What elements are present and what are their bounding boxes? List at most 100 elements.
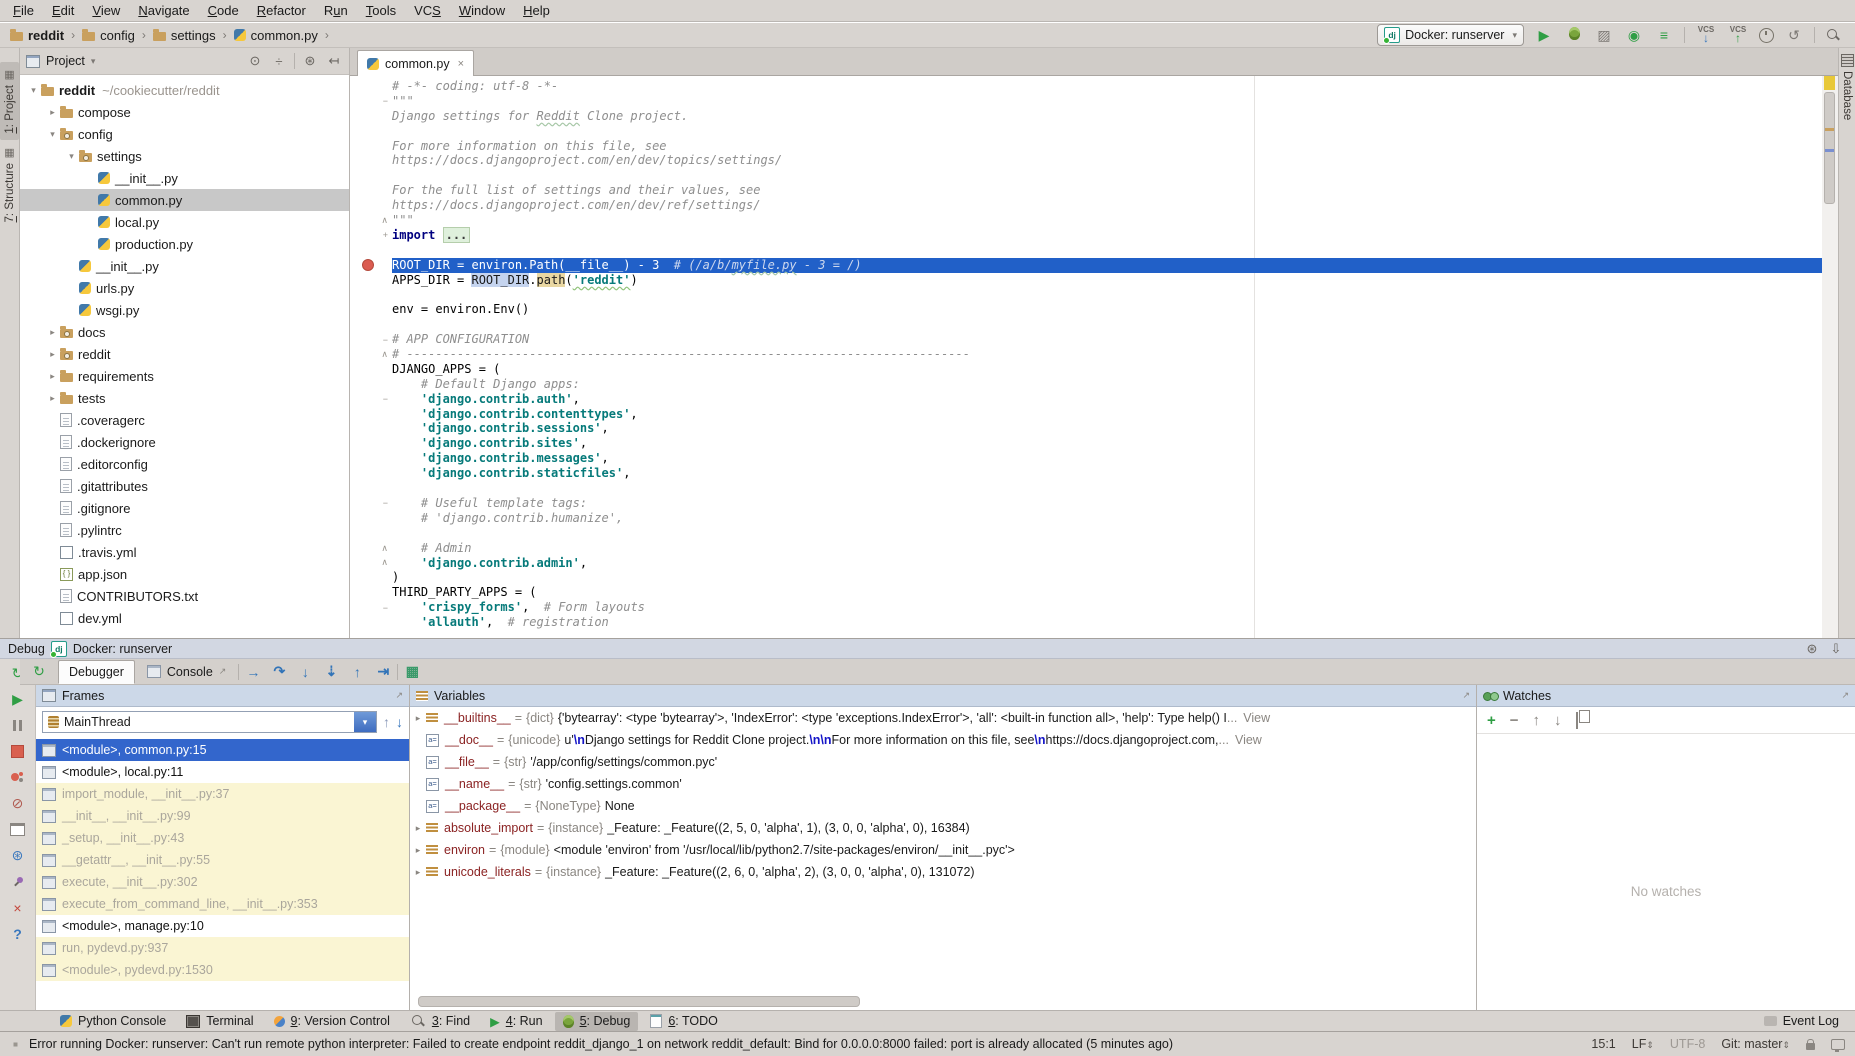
close-icon[interactable]: × bbox=[458, 58, 464, 70]
code-line[interactable] bbox=[350, 124, 1822, 139]
vcs-commit-button[interactable]: VCS↑ bbox=[1727, 26, 1749, 44]
code-line[interactable]: +import ... bbox=[350, 228, 1822, 243]
tree-item-compose[interactable]: ▸compose bbox=[20, 101, 349, 123]
restore-layout-button[interactable] bbox=[9, 821, 27, 838]
code-line[interactable]: ∧""" bbox=[350, 213, 1822, 228]
chevron-right-icon[interactable]: ▸ bbox=[45, 327, 60, 338]
fold-marker-icon[interactable]: − bbox=[383, 335, 388, 345]
frame-row[interactable]: execute, __init__.py:302 bbox=[36, 871, 409, 893]
fold-marker-icon[interactable]: ∧ bbox=[381, 215, 388, 226]
tree-item-tests[interactable]: ▸tests bbox=[20, 387, 349, 409]
variable-row[interactable]: ▸environ={module}<module 'environ' from … bbox=[410, 839, 1476, 861]
tree-item-urls-py[interactable]: urls.py bbox=[20, 277, 349, 299]
scrollbar-thumb[interactable] bbox=[1824, 92, 1835, 204]
editor-gutter[interactable]: − bbox=[350, 498, 392, 508]
encoding-indicator[interactable]: UTF-8 bbox=[1670, 1037, 1705, 1051]
force-step-into-button[interactable]: ⇣ bbox=[319, 663, 343, 680]
editor-gutter[interactable]: − bbox=[350, 394, 392, 404]
hide-panel-icon[interactable]: ↤ bbox=[325, 53, 343, 69]
tool-window-button-structure[interactable]: ▦7: Structure bbox=[0, 140, 19, 228]
mute-breakpoints-button[interactable]: ⊘ bbox=[9, 795, 27, 812]
code-line[interactable]: ∧# -------------------------------------… bbox=[350, 347, 1822, 362]
view-breakpoints-button[interactable] bbox=[9, 769, 27, 786]
fold-marker-icon[interactable]: ∧ bbox=[381, 557, 388, 568]
view-link[interactable]: View bbox=[1229, 733, 1262, 747]
run-configuration-select[interactable]: dj Docker: runserver ▾ bbox=[1377, 24, 1524, 46]
editor-gutter[interactable]: ∧ bbox=[350, 215, 392, 226]
frame-row[interactable]: <module>, pydevd.py:1530 bbox=[36, 959, 409, 981]
search-everywhere-button[interactable] bbox=[1825, 27, 1841, 43]
caret-position[interactable]: 15:1 bbox=[1591, 1037, 1615, 1051]
menu-file[interactable]: File bbox=[4, 0, 43, 21]
tool-window-button-project[interactable]: ▦1: Project bbox=[0, 62, 19, 140]
frame-row[interactable]: __getattr__, __init__.py:55 bbox=[36, 849, 409, 871]
breakpoint-icon[interactable] bbox=[362, 259, 374, 271]
editor-gutter[interactable]: ∧ bbox=[350, 349, 392, 360]
run-configurations-button[interactable]: ≡ bbox=[1654, 27, 1674, 43]
tool-window-button-run[interactable]: ▶4: Run bbox=[482, 1012, 550, 1031]
move-watch-down-button[interactable]: ↓ bbox=[1554, 712, 1562, 729]
settings-gear-icon[interactable]: ⊛ bbox=[9, 847, 27, 864]
menu-vcs[interactable]: VCS bbox=[405, 0, 450, 21]
tree-item--gitattributes[interactable]: .gitattributes bbox=[20, 475, 349, 497]
code-line[interactable] bbox=[350, 481, 1822, 496]
code-line[interactable]: https://docs.djangoproject.com/en/dev/to… bbox=[350, 153, 1822, 168]
code-line[interactable] bbox=[350, 168, 1822, 183]
chevron-right-icon[interactable]: ▸ bbox=[45, 107, 60, 118]
tree-item-reddit[interactable]: ▾reddit~/cookiecutter/reddit bbox=[20, 79, 349, 101]
tree-item-config[interactable]: ▾config bbox=[20, 123, 349, 145]
menu-tools[interactable]: Tools bbox=[357, 0, 405, 21]
editor-gutter[interactable]: + bbox=[350, 230, 392, 240]
frame-row[interactable]: <module>, manage.py:10 bbox=[36, 915, 409, 937]
menu-edit[interactable]: Edit bbox=[43, 0, 83, 21]
float-icon[interactable]: ↗ bbox=[1841, 690, 1849, 701]
chevron-right-icon[interactable]: ▸ bbox=[45, 393, 60, 404]
chevron-down-icon[interactable]: ▾ bbox=[26, 85, 41, 96]
breadcrumb-item-config[interactable]: config bbox=[80, 28, 137, 43]
chevron-down-icon[interactable]: ▾ bbox=[64, 151, 79, 162]
tree-item-local-py[interactable]: local.py bbox=[20, 211, 349, 233]
tree-item-docs[interactable]: ▸docs bbox=[20, 321, 349, 343]
code-line[interactable]: https://docs.djangoproject.com/en/dev/re… bbox=[350, 198, 1822, 213]
tool-window-button-debug[interactable]: 5: Debug bbox=[555, 1012, 639, 1031]
next-frame-button[interactable]: ↓ bbox=[396, 714, 403, 730]
tree-item-app-json[interactable]: { }app.json bbox=[20, 563, 349, 585]
code-line[interactable]: # -*- coding: utf-8 -*- bbox=[350, 79, 1822, 94]
fold-marker-icon[interactable]: + bbox=[383, 230, 388, 240]
error-stripe-mark[interactable] bbox=[1825, 149, 1834, 152]
frame-row[interactable]: __init__, __init__.py:99 bbox=[36, 805, 409, 827]
tool-window-button-event-log[interactable]: Event Log bbox=[1756, 1012, 1847, 1031]
fold-marker-icon[interactable]: ∧ bbox=[381, 349, 388, 360]
frame-row[interactable]: run, pydevd.py:937 bbox=[36, 937, 409, 959]
frame-row[interactable]: _setup, __init__.py:43 bbox=[36, 827, 409, 849]
editor-gutter[interactable]: − bbox=[350, 603, 392, 613]
hide-window-icon[interactable]: ⇩ bbox=[1827, 641, 1845, 657]
code-line[interactable]: DJANGO_APPS = ( bbox=[350, 362, 1822, 377]
tab-debugger[interactable]: Debugger bbox=[58, 660, 135, 684]
menu-window[interactable]: Window bbox=[450, 0, 514, 21]
collapse-all-icon[interactable]: ÷ bbox=[270, 54, 288, 69]
tree-item-__init__-py[interactable]: __init__.py bbox=[20, 255, 349, 277]
code-line[interactable]: 'django.contrib.staticfiles', bbox=[350, 466, 1822, 481]
help-icon[interactable]: ? bbox=[9, 925, 27, 942]
debug-button[interactable] bbox=[1564, 27, 1584, 43]
menu-refactor[interactable]: Refactor bbox=[248, 0, 315, 21]
code-line[interactable]: APPS_DIR = ROOT_DIR.path('reddit') bbox=[350, 273, 1822, 288]
editor-tab-common-py[interactable]: common.py × bbox=[357, 50, 474, 76]
code-line[interactable]: # Default Django apps: bbox=[350, 377, 1822, 392]
code-line[interactable]: THIRD_PARTY_APPS = ( bbox=[350, 585, 1822, 600]
line-separator-indicator[interactable]: LF⇕ bbox=[1632, 1037, 1654, 1051]
fold-marker-icon[interactable]: − bbox=[383, 394, 388, 404]
lock-icon[interactable] bbox=[1806, 1043, 1815, 1050]
gear-icon[interactable]: ⊛ bbox=[1803, 641, 1821, 657]
editor-gutter[interactable]: − bbox=[350, 96, 392, 106]
code-line[interactable]: −# APP CONFIGURATION bbox=[350, 332, 1822, 347]
code-line[interactable]: 'django.contrib.messages', bbox=[350, 451, 1822, 466]
menu-code[interactable]: Code bbox=[199, 0, 248, 21]
move-watch-up-button[interactable]: ↑ bbox=[1533, 712, 1541, 729]
vcs-update-button[interactable]: VCS↓ bbox=[1695, 26, 1717, 44]
run-to-cursor-button[interactable]: ⇥ bbox=[371, 663, 395, 680]
run-button[interactable]: ▶ bbox=[1534, 27, 1554, 43]
locate-file-icon[interactable]: ⊙ bbox=[246, 53, 264, 69]
tool-window-switcher-icon[interactable] bbox=[10, 1039, 21, 1050]
